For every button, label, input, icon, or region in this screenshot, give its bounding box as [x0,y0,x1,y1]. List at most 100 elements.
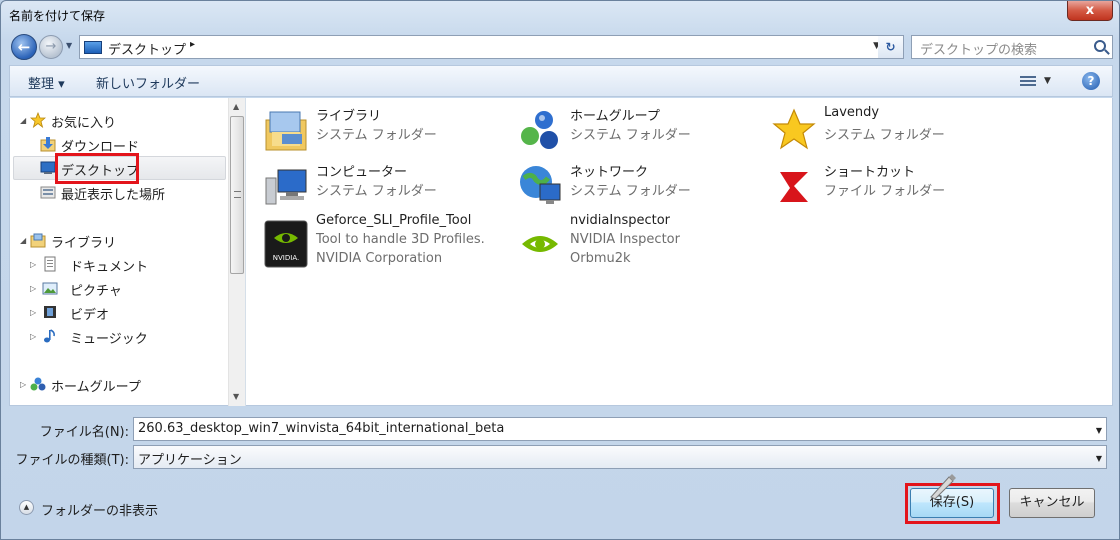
nav-item-pictures[interactable]: ▷ ピクチャ [30,278,220,300]
organize-button[interactable]: 整理 ▾ [28,73,65,92]
hide-folders-label: フォルダーの非表示 [41,504,159,519]
music-icon [44,329,55,343]
nvidia-inspector-icon [522,236,558,252]
filename-label: ファイル名(N): [39,425,129,440]
nav-item-music[interactable]: ▷ ミュージック [30,326,220,348]
file-item-geforce-sli-tool[interactable]: NVIDIA. Geforce_SLI_Profile_Tool Tool to… [264,212,514,274]
file-type: Tool to handle 3D Profiles. [316,232,485,247]
filetype-value: アプリケーション [138,453,242,468]
help-icon[interactable]: ? [1082,72,1100,90]
address-row: ← → ▼ デスクトップ ▸ ▼ ↻ デスクトップの検索 [9,33,1113,61]
collapsed-triangle-icon[interactable]: ▷ [20,380,26,389]
search-input[interactable]: デスクトップの検索 [911,35,1113,59]
nav-item-videos[interactable]: ▷ ビデオ [30,302,220,324]
main-panes: ◢ お気に入り ダウンロード デスクトップ 最近表示した場所 ◢ ライブラリ ▷… [9,98,1113,406]
scroll-up-icon[interactable]: ▲ [233,102,239,111]
nav-homegroup-label: ホームグループ [51,380,141,395]
desktop-icon [40,161,56,174]
nav-favorites[interactable]: ◢ お気に入り [20,110,220,132]
search-icon[interactable] [1094,40,1106,52]
file-item-homegroup[interactable]: ホームグループ システム フォルダー [518,104,768,156]
documents-icon [44,256,56,272]
file-type: システム フォルダー [316,128,437,143]
nav-item-videos-label: ビデオ [70,308,110,323]
scroll-grip-icon [234,191,241,198]
close-button[interactable]: x [1067,1,1113,21]
collapse-icon[interactable]: ▲ [19,500,34,515]
nav-libraries[interactable]: ◢ ライブラリ [20,230,220,252]
shortcut-icon [776,168,812,204]
nav-scrollbar[interactable]: ▲ ▼ [228,98,245,406]
address-location[interactable]: デスクトップ [108,39,186,58]
filename-value[interactable]: 260.63_desktop_win7_winvista_64bit_inter… [138,421,504,436]
new-folder-button[interactable]: 新しいフォルダー [96,73,200,92]
computer-icon [265,169,307,205]
file-item-nvidia-inspector[interactable]: nvidiaInspector NVIDIA Inspector Orbmu2k [518,212,768,274]
file-company: NVIDIA Corporation [316,251,443,266]
forward-button[interactable]: → [39,35,63,59]
chevron-down-icon[interactable]: ▼ [1096,454,1102,463]
scroll-down-icon[interactable]: ▼ [233,392,239,401]
refresh-button[interactable]: ↻ [878,35,904,59]
nav-homegroup[interactable]: ▷ ホームグループ [20,374,220,396]
file-item-shortcut[interactable]: ショートカット ファイル フォルダー [772,160,1022,212]
file-type: ファイル フォルダー [824,184,946,199]
collapsed-triangle-icon[interactable]: ▷ [30,284,36,293]
navigation-pane: ◢ お気に入り ダウンロード デスクトップ 最近表示した場所 ◢ ライブラリ ▷… [10,98,246,406]
file-type: システム フォルダー [824,128,945,143]
nav-item-pictures-label: ピクチャ [70,284,122,299]
back-button[interactable]: ← [11,34,37,60]
library-icon [30,233,46,248]
nav-favorites-label: お気に入り [51,116,117,131]
recent-places-icon [40,186,56,199]
nav-item-recent-places[interactable]: 最近表示した場所 [40,182,220,204]
file-item-library[interactable]: ライブラリ システム フォルダー [264,104,514,156]
nav-item-documents-label: ドキュメント [70,260,149,275]
save-as-dialog: 名前を付けて保存 x ← → ▼ デスクトップ ▸ ▼ ↻ デスクトップの検索 … [0,0,1120,540]
nav-libraries-label: ライブラリ [51,236,117,251]
video-icon [44,306,56,318]
file-type: システム フォルダー [570,128,691,143]
file-name: nvidiaInspector [570,213,671,228]
history-dropdown-icon[interactable]: ▼ [66,41,72,50]
file-name: ホームグループ [570,109,660,124]
homegroup-icon [521,111,558,149]
homegroup-icon [30,377,46,391]
view-dropdown-icon[interactable]: ▼ [1044,76,1051,86]
expand-triangle-icon[interactable]: ◢ [20,236,26,245]
nvidia-badge: NVIDIA. [273,254,299,262]
star-icon [30,112,46,128]
highlight-box-desktop [55,153,139,184]
view-options-icon[interactable] [1020,74,1036,88]
filetype-label: ファイルの種類(T): [15,453,129,468]
expand-triangle-icon[interactable]: ◢ [20,116,26,125]
pictures-icon [42,282,58,295]
address-bar[interactable]: デスクトップ ▸ ▼ [79,35,885,59]
file-item-network[interactable]: ネットワーク システム フォルダー [518,160,768,212]
star-icon [772,108,816,150]
file-type: システム フォルダー [316,184,437,199]
file-name: ショートカット [824,165,916,180]
network-icon [520,166,561,204]
file-name: ネットワーク [570,165,649,180]
title-bar[interactable]: 名前を付けて保存 x [1,1,1119,29]
nvidia-icon: NVIDIA. [264,220,308,268]
collapsed-triangle-icon[interactable]: ▷ [30,260,36,269]
chevron-down-icon[interactable]: ▼ [1096,426,1102,435]
collapsed-triangle-icon[interactable]: ▷ [30,308,36,317]
file-type: システム フォルダー [570,184,691,199]
nav-item-documents[interactable]: ▷ ドキュメント [30,254,220,276]
search-placeholder: デスクトップの検索 [920,43,1038,58]
scroll-thumb[interactable] [230,116,244,274]
chevron-right-icon[interactable]: ▸ [190,39,195,50]
download-folder-icon [40,137,56,152]
filetype-select[interactable]: アプリケーション ▼ [133,445,1107,469]
cancel-button[interactable]: キャンセル [1009,488,1095,518]
library-icon [265,111,307,151]
file-name: Geforce_SLI_Profile_Tool [316,213,472,228]
collapsed-triangle-icon[interactable]: ▷ [30,332,36,341]
file-item-computer[interactable]: コンピューター システム フォルダー [264,160,514,212]
filename-input[interactable]: 260.63_desktop_win7_winvista_64bit_inter… [133,417,1107,441]
file-company: Orbmu2k [570,251,631,266]
file-item-lavendy[interactable]: Lavendy システム フォルダー [772,104,1022,156]
